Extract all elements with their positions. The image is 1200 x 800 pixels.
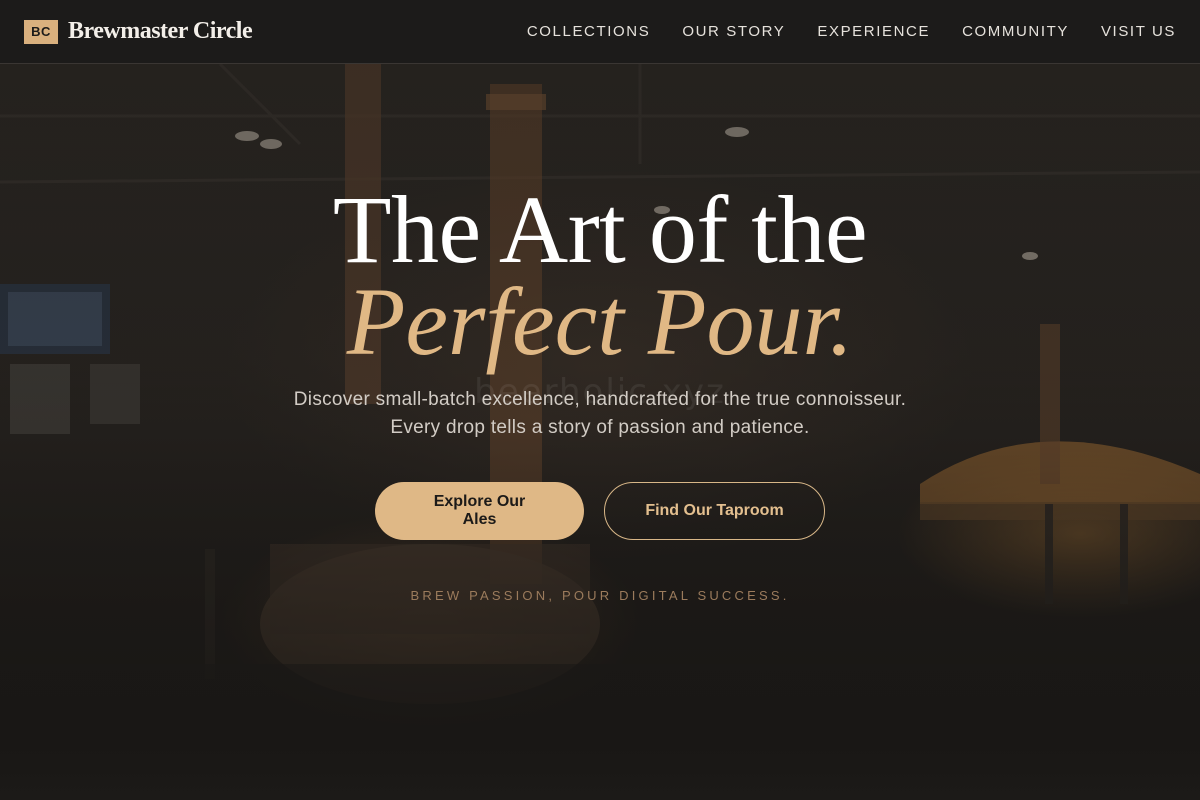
hero-section: The Art of the Perfect Pour. Discover sm… xyxy=(0,176,1200,604)
find-taproom-button[interactable]: Find Our Taproom xyxy=(604,482,825,540)
landing-page: beerholic.xyz BC Brewmaster Circle COLLE… xyxy=(0,0,1200,800)
hero-headline-line-1: The Art of the xyxy=(332,176,868,283)
nav-link-collections[interactable]: COLLECTIONS xyxy=(527,23,650,40)
hero-tagline: BREW PASSION, POUR DIGITAL SUCCESS. xyxy=(410,588,790,603)
nav-link-our-story[interactable]: OUR STORY xyxy=(682,23,785,40)
hero-headline-line-2: Perfect Pour. xyxy=(346,268,854,375)
nav-link-visit-us[interactable]: VISIT US xyxy=(1101,23,1176,40)
cta-row: Explore Our Ales Find Our Taproom xyxy=(375,482,825,540)
nav-link-community[interactable]: COMMUNITY xyxy=(962,23,1069,40)
top-navbar: BC Brewmaster Circle COLLECTIONS OUR STO… xyxy=(0,0,1200,64)
brand-logo[interactable]: BC Brewmaster Circle xyxy=(24,18,253,45)
main-nav: COLLECTIONS OUR STORY EXPERIENCE COMMUNI… xyxy=(527,23,1176,40)
brand-name: Brewmaster Circle xyxy=(68,18,253,44)
nav-link-experience[interactable]: EXPERIENCE xyxy=(817,23,930,40)
brand-badge: BC xyxy=(24,19,58,44)
explore-ales-button[interactable]: Explore Our Ales xyxy=(375,482,584,540)
hero-subtitle: Discover small-batch excellence, handcra… xyxy=(293,389,907,438)
